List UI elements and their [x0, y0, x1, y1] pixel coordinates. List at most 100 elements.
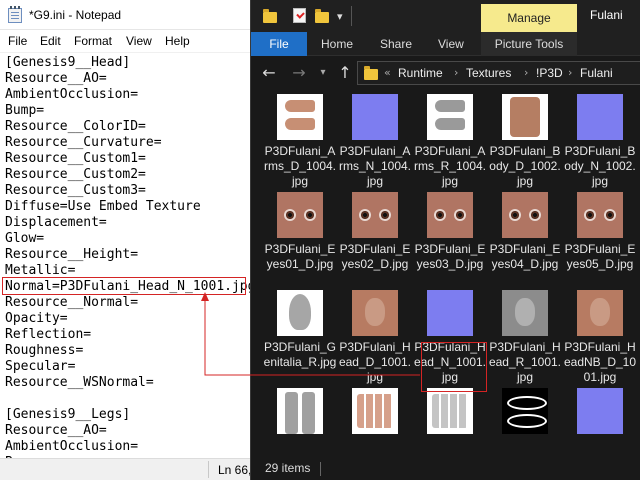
- file-thumbnail: [352, 388, 398, 434]
- file-thumbnail: [277, 388, 323, 434]
- text-line: Roughness=: [5, 343, 84, 358]
- tab-view[interactable]: View: [438, 37, 464, 51]
- file-item[interactable]: P3DFulani_Head_N_1001.jpg: [413, 290, 487, 390]
- explorer-window: ▾ Manage Fulani File Home Share View Pic…: [250, 0, 640, 480]
- notepad-titlebar[interactable]: *G9.ini - Notepad: [0, 0, 250, 30]
- text-line: Resource__Custom2=: [5, 167, 146, 182]
- file-item[interactable]: P3DFulani_Head_D_1001.jpg: [338, 290, 412, 390]
- tab-share[interactable]: Share: [380, 37, 412, 51]
- tab-home[interactable]: Home: [321, 37, 353, 51]
- file-item[interactable]: P3DFulani_Eyes04_D.jpg: [488, 192, 562, 292]
- menu-edit[interactable]: Edit: [40, 34, 61, 48]
- file-item[interactable]: P3DFulani_Eyes02_D.jpg: [338, 192, 412, 292]
- breadcrumb-fulani[interactable]: Fulani: [580, 66, 613, 80]
- back-arrow-icon[interactable]: ←: [259, 63, 279, 83]
- tab-manage[interactable]: Manage: [481, 4, 577, 32]
- file-name: P3DFulani_Arms_N_1004.jpg: [338, 144, 412, 188]
- item-count: 29 items: [265, 461, 311, 475]
- divider: [351, 6, 352, 26]
- file-name: P3DFulani_HeadNB_D_1001.jpg: [563, 340, 637, 384]
- menu-file[interactable]: File: [8, 34, 27, 48]
- text-line: AmbientOcclusion=: [5, 87, 139, 102]
- file-view[interactable]: P3DFulani_Arms_D_1004.jpg P3DFulani_Arms_…: [251, 90, 640, 458]
- text-line: Resource__Normal=: [5, 295, 139, 310]
- file-thumbnail: [502, 290, 548, 336]
- file-thumbnail: [502, 192, 548, 238]
- file-name: P3DFulani_Arms_R_1004.jpg: [413, 144, 487, 188]
- text-line: Resource__AO=: [5, 71, 107, 86]
- quick-access-dropdown-icon[interactable]: ▾: [337, 10, 343, 23]
- file-item[interactable]: P3DFulani_Genitalia_R.jpg: [263, 290, 337, 390]
- file-name: P3DFulani_Eyes03_D.jpg: [414, 242, 486, 271]
- normal-line-highlight-box: [2, 277, 246, 295]
- window-title: Fulani: [590, 8, 623, 22]
- file-item[interactable]: P3DFulani_Arms_R_1004.jpg: [413, 94, 487, 194]
- file-item[interactable]: [413, 388, 487, 458]
- tab-file[interactable]: File: [251, 32, 307, 56]
- address-bar[interactable]: « Runtime › Textures › !P3D › Fulani: [357, 61, 640, 85]
- up-arrow-icon[interactable]: ↑: [335, 63, 355, 83]
- explorer-titlebar[interactable]: ▾ Manage Fulani: [251, 0, 640, 32]
- chevron-right-icon[interactable]: ›: [568, 66, 572, 79]
- forward-arrow-icon[interactable]: →: [289, 63, 309, 83]
- file-name: P3DFulani_Eyes01_D.jpg: [264, 242, 336, 271]
- new-folder-icon[interactable]: [315, 9, 329, 23]
- file-item[interactable]: P3DFulani_Body_D_1002.jpg: [488, 94, 562, 194]
- status-divider: [320, 462, 321, 476]
- file-item[interactable]: [563, 388, 637, 458]
- text-line: Resource__Custom1=: [5, 151, 146, 166]
- file-thumbnail: [352, 94, 398, 140]
- file-item[interactable]: P3DFulani_HeadNB_D_1001.jpg: [563, 290, 637, 390]
- file-item[interactable]: [263, 388, 337, 458]
- breadcrumb-runtime[interactable]: Runtime: [398, 66, 443, 80]
- tab-picture-tools[interactable]: Picture Tools: [481, 32, 577, 56]
- file-thumbnail: [577, 94, 623, 140]
- properties-icon[interactable]: [293, 8, 306, 23]
- menu-view[interactable]: View: [126, 34, 152, 48]
- file-item[interactable]: P3DFulani_Arms_D_1004.jpg: [263, 94, 337, 194]
- file-thumbnail: [577, 388, 623, 434]
- file-item[interactable]: P3DFulani_Body_N_1002.jpg: [563, 94, 637, 194]
- ribbon-tabs: File Home Share View Picture Tools: [251, 32, 640, 56]
- breadcrumb-overflow[interactable]: «: [384, 66, 391, 79]
- text-line: Reflection=: [5, 327, 92, 342]
- file-name: P3DFulani_Eyes02_D.jpg: [339, 242, 411, 271]
- chevron-right-icon[interactable]: ›: [454, 66, 458, 79]
- breadcrumb-textures[interactable]: Textures: [466, 66, 511, 80]
- file-thumbnail: [577, 192, 623, 238]
- file-item[interactable]: P3DFulani_Eyes03_D.jpg: [413, 192, 487, 292]
- file-thumbnail: [352, 192, 398, 238]
- file-item[interactable]: [488, 388, 562, 458]
- file-thumbnail: [502, 388, 548, 434]
- text-line: Specular=: [5, 359, 76, 374]
- breadcrumb-p3d[interactable]: !P3D: [536, 66, 563, 80]
- notepad-text-area[interactable]: [Genesis9__Head] Resource__AO= AmbientOc…: [0, 52, 250, 458]
- file-item[interactable]: [338, 388, 412, 458]
- file-thumbnail: [427, 94, 473, 140]
- file-thumbnail: [502, 94, 548, 140]
- notepad-menubar: File Edit Format View Help: [0, 31, 250, 51]
- file-item[interactable]: P3DFulani_Eyes01_D.jpg: [263, 192, 337, 292]
- text-line: Resource__Custom3=: [5, 183, 146, 198]
- notepad-window: *G9.ini - Notepad File Edit Format View …: [0, 0, 250, 480]
- recent-locations-icon[interactable]: ▾: [313, 63, 333, 83]
- file-thumbnail: [277, 290, 323, 336]
- file-thumbnail: [577, 290, 623, 336]
- text-line: Bump=: [5, 103, 45, 118]
- file-item[interactable]: P3DFulani_Eyes05_D.jpg: [563, 192, 637, 292]
- file-thumbnail: [352, 290, 398, 336]
- chevron-right-icon[interactable]: ›: [524, 66, 528, 79]
- file-thumbnail: [427, 290, 473, 336]
- file-thumbnail: [277, 94, 323, 140]
- navigation-bar: ← → ▾ ↑ « Runtime › Textures › !P3D › Fu…: [251, 56, 640, 90]
- notepad-title: *G9.ini - Notepad: [29, 8, 122, 22]
- notepad-statusbar: Ln 66,: [0, 458, 250, 480]
- file-item[interactable]: P3DFulani_Arms_N_1004.jpg: [338, 94, 412, 194]
- menu-format[interactable]: Format: [74, 34, 112, 48]
- file-item[interactable]: P3DFulani_Head_R_1001.jpg: [488, 290, 562, 390]
- file-name: P3DFulani_Body_D_1002.jpg: [489, 144, 561, 188]
- notepad-app-icon: [8, 6, 22, 23]
- text-line: [Genesis9__Head]: [5, 55, 131, 70]
- menu-help[interactable]: Help: [165, 34, 190, 48]
- text-line: Glow=: [5, 231, 45, 246]
